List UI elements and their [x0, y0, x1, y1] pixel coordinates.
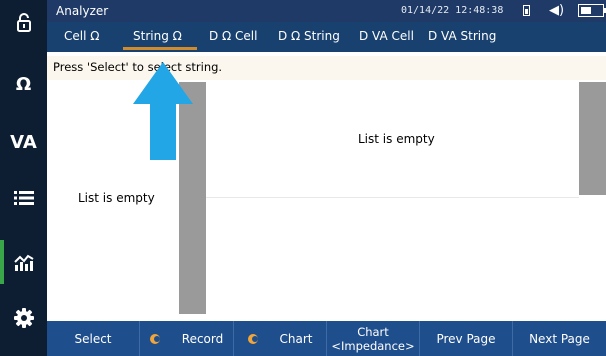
- battery-icon: [578, 4, 606, 17]
- left-list-empty: List is empty: [78, 191, 155, 205]
- right-list-scrollbar[interactable]: [579, 82, 606, 195]
- chart-icon[interactable]: [0, 240, 47, 284]
- va-mode-button[interactable]: VA: [0, 120, 47, 164]
- status-bar: Analyzer 01/14/22 12:48:38 ◀): [47, 0, 606, 22]
- instruction-bar: Press 'Select' to select string.: [47, 56, 606, 80]
- record-toggle-icon: [149, 333, 160, 344]
- left-sidebar: Ω VA: [0, 0, 47, 356]
- next-page-label: Next Page: [529, 331, 590, 346]
- list-icon[interactable]: [0, 176, 47, 220]
- chart-label: Chart: [279, 331, 313, 346]
- bottom-toolbar: Select Record Chart Chart <Impedance> Pr…: [47, 321, 606, 356]
- tab-delta-va-string[interactable]: D VA String: [428, 29, 496, 43]
- next-page-button[interactable]: Next Page: [513, 321, 606, 356]
- list-divider: [206, 197, 579, 198]
- select-button[interactable]: Select: [47, 321, 140, 356]
- record-button[interactable]: Record: [140, 321, 234, 356]
- tab-delta-ohm-cell[interactable]: D Ω Cell: [209, 29, 257, 43]
- chart-toggle-icon: [247, 333, 258, 344]
- up-arrow-icon: [133, 62, 193, 160]
- datetime: 01/14/22 12:48:38: [401, 5, 504, 16]
- speaker-icon[interactable]: ◀): [549, 3, 564, 18]
- memory-icon: [523, 5, 530, 16]
- prev-page-button[interactable]: Prev Page: [420, 321, 513, 356]
- right-list-empty: List is empty: [358, 132, 435, 146]
- record-label: Record: [181, 331, 224, 346]
- gear-icon[interactable]: [0, 296, 47, 340]
- lock-icon[interactable]: [0, 0, 47, 44]
- tab-delta-va-cell[interactable]: D VA Cell: [359, 29, 414, 43]
- active-tab-underline: [123, 47, 197, 50]
- ohm-mode-button[interactable]: Ω: [0, 62, 47, 106]
- prev-page-label: Prev Page: [436, 331, 496, 346]
- app-title: Analyzer: [56, 4, 109, 18]
- chart-impedance-line1: Chart: [357, 324, 389, 339]
- tab-string-ohm[interactable]: String Ω: [133, 29, 182, 43]
- chart-button[interactable]: Chart: [234, 321, 327, 356]
- select-label: Select: [74, 331, 112, 346]
- tab-delta-ohm-string[interactable]: D Ω String: [278, 29, 340, 43]
- ohm-label: Ω: [15, 73, 32, 95]
- va-label: VA: [10, 131, 37, 153]
- tab-cell-ohm[interactable]: Cell Ω: [64, 29, 99, 43]
- chart-impedance-button[interactable]: Chart <Impedance>: [327, 321, 420, 356]
- chart-impedance-line2: <Impedance>: [331, 338, 415, 353]
